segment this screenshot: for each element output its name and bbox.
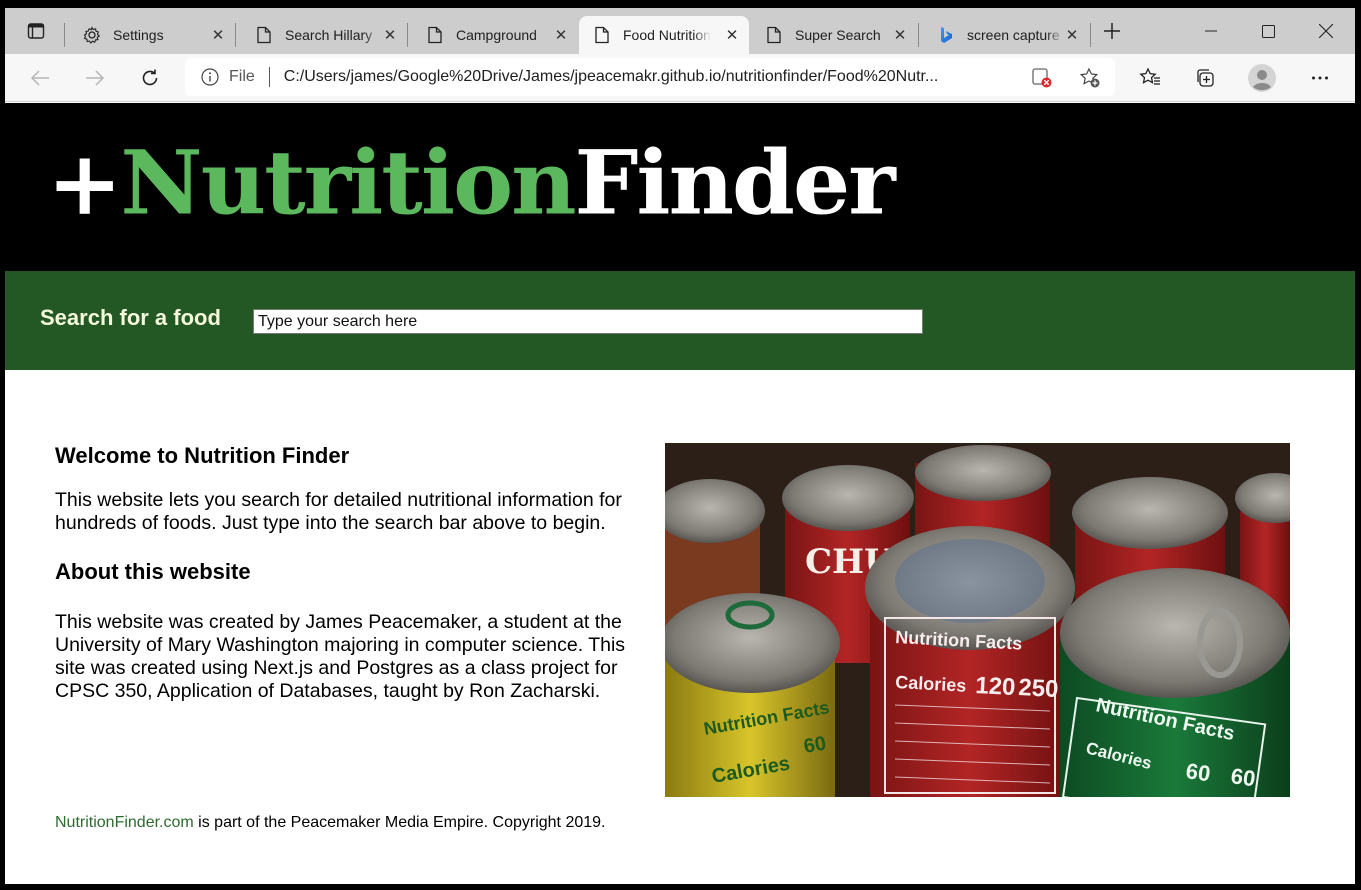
site-footer: NutritionFinder.com is part of the Peace…	[55, 814, 605, 832]
label-calories-250: 250	[1018, 674, 1059, 703]
label-calories-60: 60	[1184, 758, 1212, 786]
close-tab-icon[interactable]: ✕	[381, 26, 399, 44]
address-scheme: File	[229, 68, 255, 85]
gear-icon	[83, 26, 101, 44]
back-arrow-icon	[30, 70, 49, 86]
about-heading: About this website	[55, 559, 251, 584]
red-can: Nutrition Facts Calories 120 250	[865, 526, 1075, 797]
tab-separator	[235, 23, 236, 47]
yellow-can: Nutrition Facts Calories 60	[665, 593, 840, 797]
more-menu-button[interactable]	[1306, 64, 1334, 92]
close-tab-icon[interactable]: ✕	[209, 26, 227, 44]
close-tab-icon[interactable]: ✕	[1063, 26, 1081, 44]
tab-food-nutrition[interactable]: Food Nutrition ✕	[579, 16, 749, 54]
maximize-button[interactable]	[1245, 16, 1291, 46]
search-label: Search for a food	[40, 305, 221, 330]
tab-settings[interactable]: Settings ✕	[69, 16, 235, 54]
footer-text: is part of the Peacemaker Media Empire. …	[193, 814, 606, 831]
close-tab-icon[interactable]: ✕	[552, 26, 570, 44]
logo-nutrition: Nutrition	[120, 131, 576, 236]
tab-separator	[1090, 23, 1091, 47]
tab-separator	[407, 23, 408, 47]
address-bar[interactable]: File C:/Users/james/Google%20Drive/James…	[185, 58, 1115, 96]
site-banner: +NutritionFinder	[5, 103, 1355, 271]
minimize-button[interactable]	[1188, 16, 1234, 46]
intro-content: Welcome to Nutrition Finder This website…	[55, 443, 645, 727]
avatar-icon	[1248, 64, 1276, 92]
close-tab-icon[interactable]: ✕	[891, 26, 909, 44]
info-icon[interactable]	[201, 68, 219, 86]
welcome-text: This website lets you search for detaile…	[55, 489, 622, 534]
close-tab-icon[interactable]: ✕	[723, 26, 741, 44]
footer-site-link[interactable]: NutritionFinder.com	[55, 814, 194, 831]
favorites-button[interactable]	[1136, 64, 1164, 92]
minimize-icon	[1205, 30, 1217, 32]
about-text: This website was created by James Peacem…	[55, 611, 626, 702]
favorites-icon	[1139, 67, 1160, 85]
tab-search-hillary[interactable]: Search Hillary ✕	[241, 16, 407, 54]
close-window-button[interactable]	[1303, 16, 1349, 46]
tab-actions-button[interactable]	[25, 20, 47, 42]
label-calories-60: 60	[802, 732, 828, 758]
collections-button[interactable]	[1191, 64, 1219, 92]
close-icon	[1319, 24, 1333, 38]
browser-window: Settings ✕ Search Hillary ✕ Campground ✕…	[5, 8, 1355, 884]
add-favorite-icon[interactable]	[1079, 67, 1101, 89]
page-icon	[593, 26, 611, 44]
page-icon	[255, 26, 273, 44]
refresh-button[interactable]	[136, 64, 164, 92]
back-button[interactable]	[26, 64, 54, 92]
tab-super-search[interactable]: Super Search ✕	[751, 16, 917, 54]
tab-title: Settings	[113, 27, 164, 43]
site-logo[interactable]: +NutritionFinder	[47, 139, 896, 227]
welcome-heading: Welcome to Nutrition Finder	[55, 443, 350, 468]
collections-icon	[1197, 69, 1214, 87]
forward-arrow-icon	[86, 70, 105, 86]
address-separator	[268, 67, 270, 87]
page-icon	[765, 26, 783, 44]
plus-icon	[1104, 23, 1120, 39]
tab-title: Campground	[456, 27, 537, 43]
more-icon	[1312, 76, 1328, 80]
browser-toolbar: File C:/Users/james/Google%20Drive/James…	[5, 54, 1355, 102]
address-url[interactable]: C:/Users/james/Google%20Drive/James/jpea…	[284, 68, 1014, 86]
maximize-icon	[1261, 24, 1275, 38]
logo-finder: Finder	[574, 131, 896, 236]
tab-actions-icon	[27, 23, 45, 39]
search-band: Search for a food	[5, 271, 1355, 370]
tab-campground[interactable]: Campground ✕	[412, 16, 578, 54]
tab-strip: Settings ✕ Search Hillary ✕ Campground ✕…	[5, 8, 1355, 54]
tab-title: Super Search	[795, 27, 881, 43]
logo-plus: +	[47, 131, 122, 236]
food-search-input[interactable]	[253, 309, 923, 334]
refresh-icon	[142, 69, 158, 86]
green-can: Nutrition Facts Calories 60 60	[1060, 568, 1290, 797]
tracking-blocked-icon[interactable]	[1031, 67, 1053, 89]
svg-text:Calories: Calories	[895, 672, 967, 696]
tab-separator	[64, 23, 65, 47]
tab-separator	[918, 23, 919, 47]
tab-title: Search Hillary	[285, 27, 373, 43]
soup-cans-image: CHU Nutrition Facts Calories 60 Nutritio…	[665, 443, 1290, 797]
new-tab-button[interactable]	[1100, 20, 1124, 42]
forward-button[interactable]	[81, 64, 109, 92]
web-page: +NutritionFinder Search for a food Welco…	[5, 103, 1355, 884]
label-calories-120: 120	[975, 672, 1016, 701]
tab-title: screen capture	[967, 27, 1060, 43]
page-icon	[426, 26, 444, 44]
profile-button[interactable]	[1248, 64, 1276, 92]
label-calories-60: 60	[1229, 763, 1257, 791]
bing-icon	[937, 26, 955, 44]
tab-title: Food Nutrition	[623, 27, 711, 43]
soup-cans-photo: CHU Nutrition Facts Calories 60 Nutritio…	[665, 443, 1290, 797]
tab-screen-capture[interactable]: screen capture ✕	[923, 16, 1089, 54]
